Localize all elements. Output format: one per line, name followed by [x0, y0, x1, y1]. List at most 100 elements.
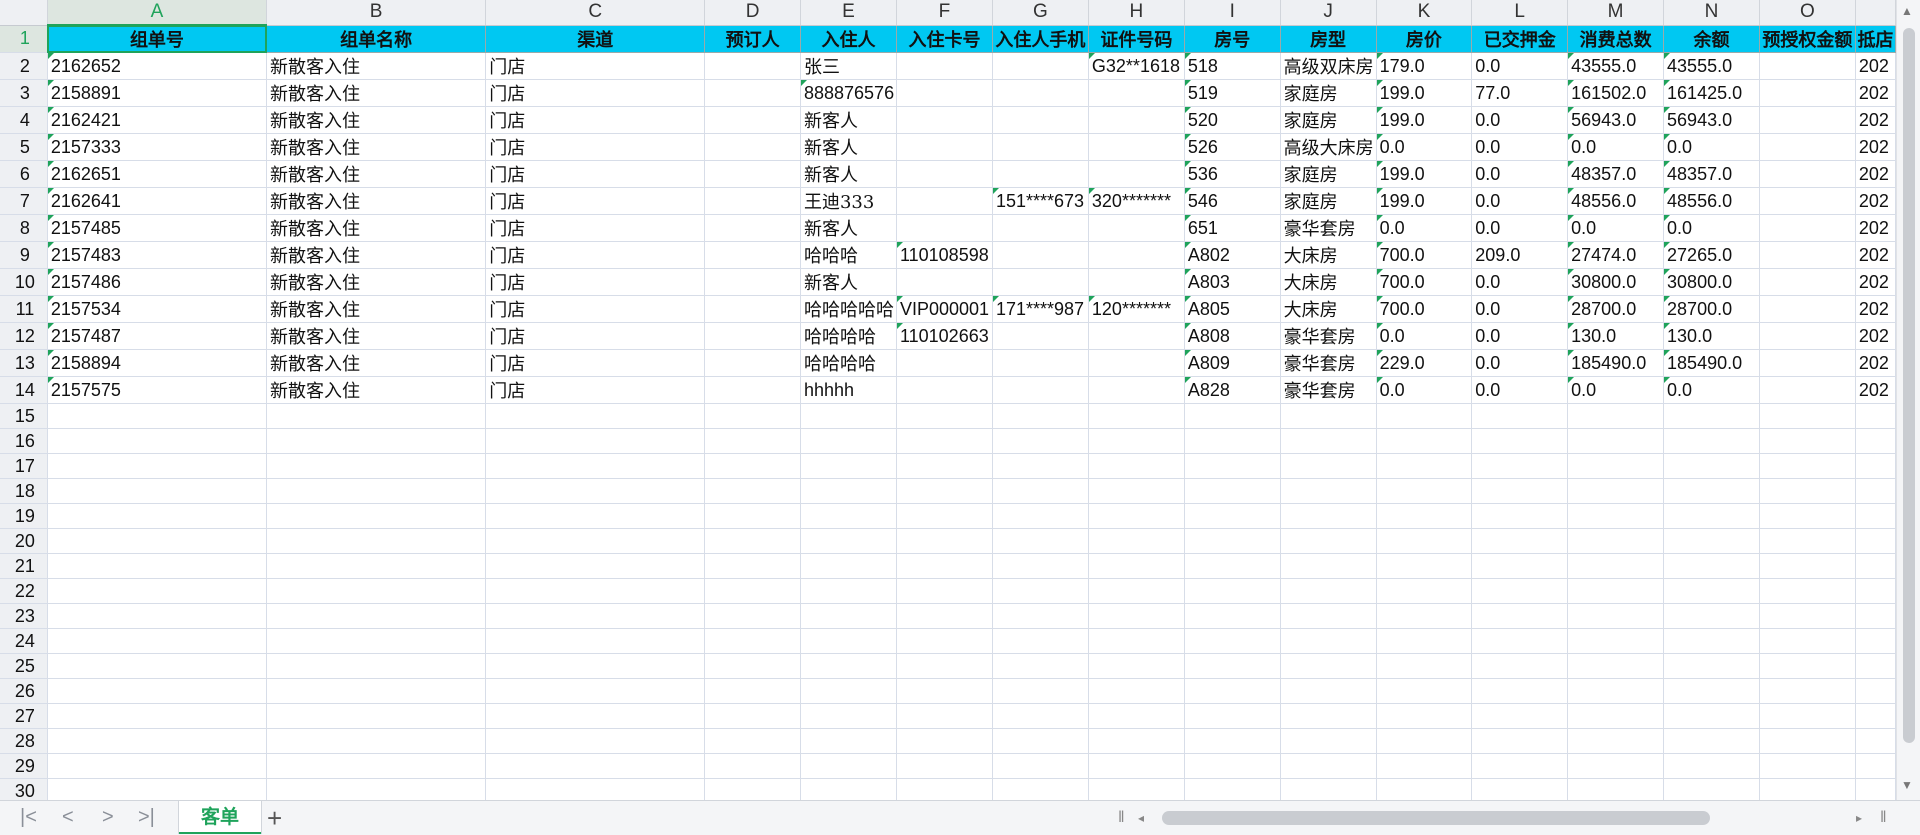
cell[interactable] [1759, 160, 1856, 188]
cell[interactable] [896, 553, 993, 579]
cell[interactable] [1855, 453, 1896, 479]
cell[interactable] [800, 778, 897, 800]
cell[interactable] [1280, 428, 1377, 454]
cell[interactable] [1280, 403, 1377, 429]
cell[interactable]: 202 [1855, 268, 1896, 296]
cell[interactable] [1376, 403, 1473, 429]
cell[interactable]: 130.0 [1567, 322, 1665, 350]
cell[interactable] [992, 79, 1089, 107]
cell[interactable] [47, 528, 268, 554]
cell[interactable]: 2157534 [47, 295, 268, 323]
cell[interactable] [1184, 653, 1281, 679]
cell[interactable]: 门店 [485, 268, 706, 296]
cell[interactable] [800, 503, 897, 529]
cell[interactable]: 56943.0 [1567, 106, 1665, 134]
cell[interactable]: 新客人 [800, 214, 897, 242]
cell[interactable] [1567, 578, 1665, 604]
cell[interactable] [266, 728, 487, 754]
cell[interactable] [896, 478, 993, 504]
column-header-F[interactable]: F [896, 0, 993, 26]
cell[interactable]: A809 [1184, 349, 1281, 377]
cell[interactable] [1567, 703, 1665, 729]
cell[interactable] [896, 133, 993, 161]
cell[interactable]: 0.0 [1471, 295, 1569, 323]
vertical-scroll-thumb[interactable] [1903, 28, 1915, 743]
cell[interactable] [1567, 628, 1665, 654]
cell[interactable] [1567, 453, 1665, 479]
header-cell[interactable]: 抵店 [1855, 25, 1896, 53]
first-sheet-icon[interactable]: |< [20, 806, 37, 829]
row-header[interactable]: 7 [0, 187, 48, 215]
cell[interactable] [1663, 753, 1760, 779]
cell[interactable] [1088, 241, 1185, 269]
cell[interactable] [1376, 653, 1473, 679]
column-header-M[interactable]: M [1567, 0, 1665, 26]
column-header-E[interactable]: E [800, 0, 897, 26]
cell[interactable]: 700.0 [1376, 268, 1473, 296]
cell[interactable] [1088, 428, 1185, 454]
cell[interactable] [1376, 703, 1473, 729]
add-sheet-icon[interactable]: + [267, 803, 282, 834]
cell[interactable] [1471, 628, 1569, 654]
cell[interactable]: 229.0 [1376, 349, 1473, 377]
cell[interactable]: 2158891 [47, 79, 268, 107]
cell[interactable]: 151****673 [992, 187, 1089, 215]
cell[interactable]: 豪华套房 [1280, 322, 1377, 350]
cell[interactable]: 202 [1855, 322, 1896, 350]
cell[interactable] [1855, 703, 1896, 729]
cell[interactable] [704, 214, 801, 242]
scroll-left-arrow-icon[interactable]: ◂ [1138, 811, 1144, 825]
cell[interactable]: 新散客入住 [266, 106, 487, 134]
cell[interactable] [1280, 578, 1377, 604]
cell[interactable] [1376, 753, 1473, 779]
cell[interactable] [485, 578, 706, 604]
cell[interactable]: 48556.0 [1567, 187, 1665, 215]
cell[interactable] [1088, 160, 1185, 188]
cell[interactable] [1759, 678, 1856, 704]
cell[interactable]: 张三 [800, 52, 897, 80]
cell[interactable]: 27474.0 [1567, 241, 1665, 269]
cell[interactable] [1088, 268, 1185, 296]
cell[interactable]: 门店 [485, 295, 706, 323]
cell[interactable] [800, 553, 897, 579]
cell[interactable] [1088, 603, 1185, 629]
cell[interactable] [1663, 778, 1760, 800]
cell[interactable] [992, 403, 1089, 429]
scroll-up-arrow-icon[interactable]: ▲ [1901, 4, 1913, 18]
cell[interactable]: 202 [1855, 106, 1896, 134]
cell[interactable]: 新散客入住 [266, 160, 487, 188]
cell[interactable] [896, 79, 993, 107]
cell[interactable] [47, 503, 268, 529]
cell[interactable]: 2157487 [47, 322, 268, 350]
cell[interactable]: 48357.0 [1663, 160, 1760, 188]
header-cell[interactable]: 渠道 [485, 25, 706, 53]
vertical-scrollbar[interactable]: ▲ ▼ [1896, 0, 1920, 800]
cell[interactable] [1567, 653, 1665, 679]
cell[interactable] [1855, 403, 1896, 429]
cell[interactable] [1280, 653, 1377, 679]
row-header[interactable]: 23 [0, 603, 48, 629]
cell[interactable] [47, 553, 268, 579]
cell[interactable] [1471, 528, 1569, 554]
sheet-tab-active[interactable]: 客单 [178, 801, 262, 834]
prev-sheet-icon[interactable]: < [62, 806, 74, 829]
cell[interactable]: 豪华套房 [1280, 214, 1377, 242]
cell[interactable]: 700.0 [1376, 295, 1473, 323]
cell[interactable]: 2162641 [47, 187, 268, 215]
cell[interactable]: 0.0 [1376, 322, 1473, 350]
cell[interactable]: 门店 [485, 214, 706, 242]
cell[interactable] [1759, 106, 1856, 134]
cell[interactable]: 0.0 [1471, 160, 1569, 188]
cell[interactable]: 56943.0 [1663, 106, 1760, 134]
cell[interactable]: 0.0 [1471, 214, 1569, 242]
cell[interactable]: 门店 [485, 322, 706, 350]
cell[interactable]: 520 [1184, 106, 1281, 134]
cell[interactable] [485, 703, 706, 729]
cell[interactable] [896, 628, 993, 654]
cell[interactable]: 518 [1184, 52, 1281, 80]
cell[interactable]: 家庭房 [1280, 160, 1377, 188]
cell[interactable] [992, 322, 1089, 350]
cell[interactable] [992, 453, 1089, 479]
cell[interactable] [1759, 503, 1856, 529]
cell[interactable]: 2162421 [47, 106, 268, 134]
